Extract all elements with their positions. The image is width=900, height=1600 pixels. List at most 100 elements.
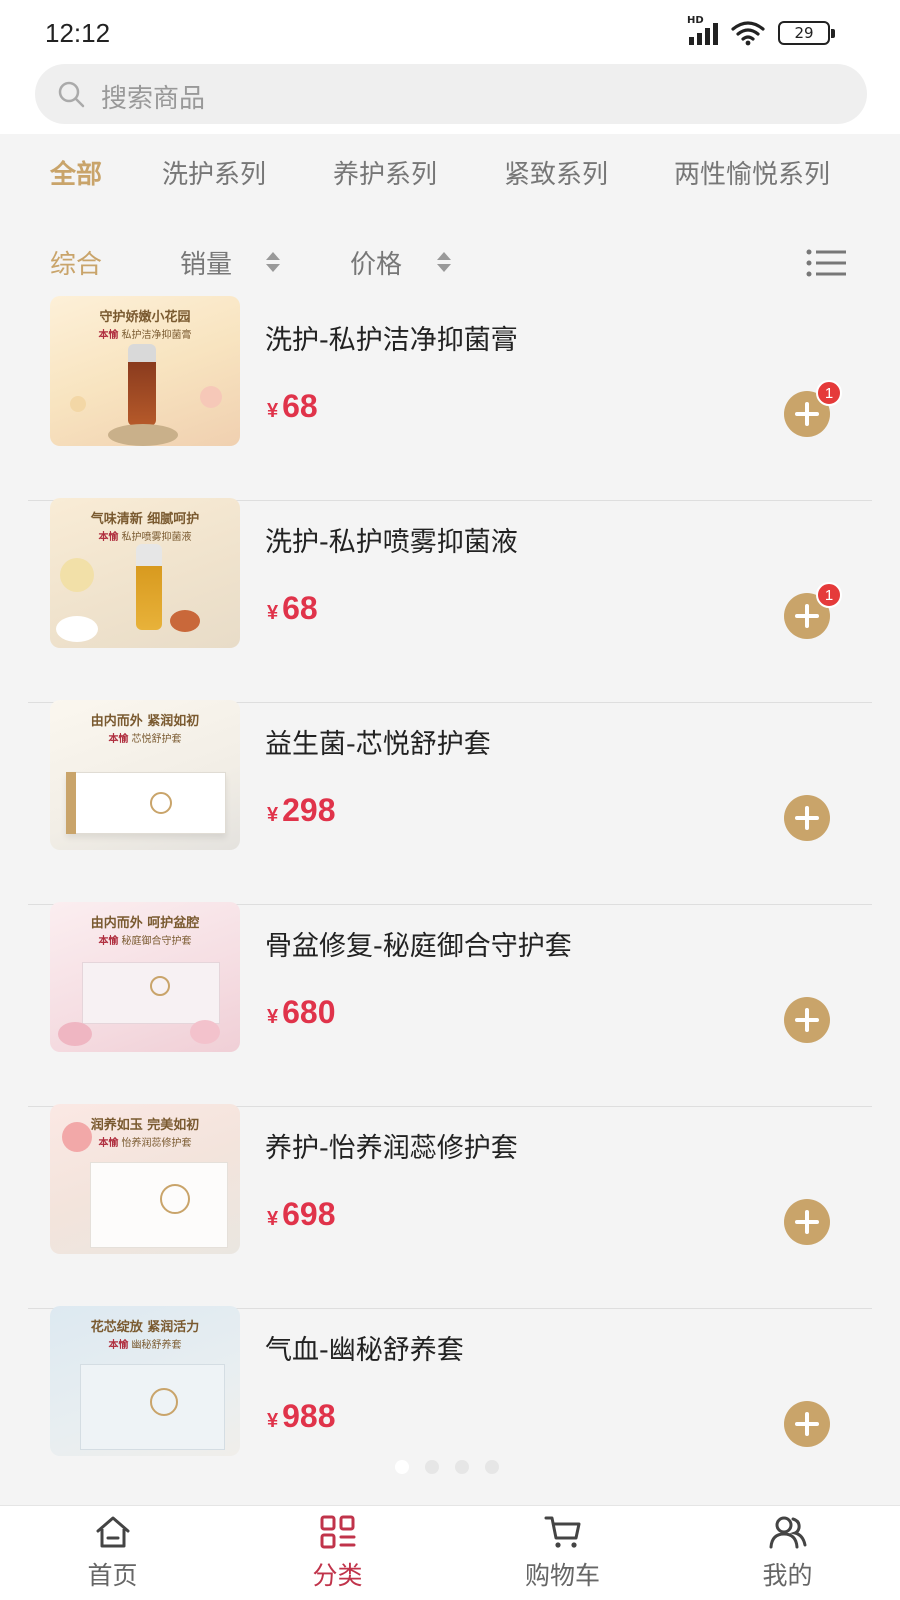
nav-item-profile[interactable]: 我的	[675, 1506, 900, 1600]
cart-count-badge: 1	[816, 582, 842, 608]
currency-symbol: ¥	[267, 602, 279, 624]
tab-care-series[interactable]: 养护系列	[333, 154, 437, 191]
brand-logo: 本愉	[108, 1340, 129, 1351]
page-indicator	[395, 1460, 499, 1474]
bottom-nav: 首页 分类 购物车 我的	[0, 1505, 900, 1600]
product-name[interactable]: 养护-怡养润蕊修护套	[265, 1126, 518, 1165]
price-value: 68	[282, 388, 318, 424]
product-item[interactable]: 气味清新 细腻呵护 本愉 私护喷雾抑菌液 洗护-私护喷雾抑菌液 ¥68 1	[0, 498, 900, 703]
cart-icon	[544, 1516, 580, 1548]
product-item[interactable]: 由内而外 紧润如初 本愉 芯悦舒护套 益生菌-芯悦舒护套 ¥298	[0, 700, 900, 905]
category-tabs: 全部 洗护系列 养护系列 紧致系列 两性愉悦系列	[0, 134, 900, 214]
add-to-cart-button[interactable]	[784, 997, 830, 1043]
price-value: 68	[282, 590, 318, 626]
product-image-line: 幽秘舒养套	[131, 1340, 182, 1351]
search-input[interactable]: 搜索商品	[35, 64, 867, 124]
sort-comprehensive[interactable]: 综合	[50, 244, 102, 281]
product-image[interactable]: 由内而外 紧润如初 本愉 芯悦舒护套	[50, 700, 240, 850]
search-placeholder: 搜索商品	[101, 84, 206, 114]
currency-symbol: ¥	[267, 1006, 279, 1028]
product-image[interactable]: 气味清新 细腻呵护 本愉 私护喷雾抑菌液	[50, 498, 240, 648]
tab-firming-series[interactable]: 紧致系列	[504, 154, 608, 191]
product-item[interactable]: 守护娇嫩小花园 本愉 私护洁净抑菌膏 洗护-私护洁净抑菌膏 ¥68 1	[0, 296, 900, 501]
product-price: ¥68	[267, 388, 318, 425]
search-area: 搜索商品	[0, 62, 900, 134]
cart-count-badge: 1	[816, 380, 842, 406]
sort-price-arrows-icon[interactable]	[435, 250, 453, 274]
sort-sales[interactable]: 销量	[180, 244, 232, 281]
product-image-line: 怡养润蕊修护套	[121, 1138, 192, 1149]
product-image-tagline: 气味清新 细腻呵护	[90, 512, 200, 527]
product-price: ¥680	[267, 994, 336, 1031]
brand-logo: 本愉	[108, 734, 129, 745]
product-image-brand: 本愉 秘庭御合守护套	[50, 932, 240, 947]
profile-icon	[769, 1516, 806, 1549]
product-image-line: 私护洁净抑菌膏	[121, 330, 192, 341]
nav-item-category[interactable]: 分类	[225, 1506, 450, 1600]
product-item[interactable]: 润养如玉 完美如初 本愉 怡养润蕊修护套 养护-怡养润蕊修护套 ¥698	[0, 1104, 900, 1309]
product-price: ¥698	[267, 1196, 336, 1233]
sort-sales-arrows-icon[interactable]	[264, 250, 282, 274]
product-image-brand: 本愉 幽秘舒养套	[50, 1336, 240, 1351]
product-price: ¥298	[267, 792, 336, 829]
product-name[interactable]: 骨盆修复-秘庭御合守护套	[265, 924, 572, 963]
product-image[interactable]: 由内而外 呵护盆腔 本愉 秘庭御合守护套	[50, 902, 240, 1052]
sort-price[interactable]: 价格	[350, 244, 402, 281]
wifi-icon	[731, 21, 765, 46]
product-name[interactable]: 洗护-私护喷雾抑菌液	[265, 520, 518, 559]
brand-logo: 本愉	[98, 936, 119, 947]
add-to-cart-button[interactable]	[784, 795, 830, 841]
product-image-tagline: 由内而外 呵护盆腔	[90, 916, 200, 931]
product-name[interactable]: 气血-幽秘舒养套	[265, 1328, 464, 1367]
status-icons: HD 29	[687, 15, 835, 46]
nav-label-cart: 购物车	[524, 1561, 600, 1590]
product-image-line: 私护喷雾抑菌液	[121, 532, 192, 543]
nav-label-home: 首页	[87, 1561, 138, 1590]
brand-logo: 本愉	[98, 1138, 119, 1149]
nav-item-home[interactable]: 首页	[0, 1506, 225, 1600]
home-icon	[96, 1516, 129, 1548]
status-time: 12:12	[45, 18, 111, 48]
price-value: 298	[282, 792, 336, 828]
status-bar: 12:12 HD 29	[0, 0, 900, 62]
add-to-cart-button[interactable]	[784, 1401, 830, 1447]
product-item[interactable]: 由内而外 呵护盆腔 本愉 秘庭御合守护套 骨盆修复-秘庭御合守护套 ¥680	[0, 902, 900, 1107]
nav-label-category: 分类	[312, 1561, 363, 1590]
product-image-brand: 本愉 私护喷雾抑菌液	[50, 528, 240, 543]
price-value: 698	[282, 1196, 336, 1232]
product-name[interactable]: 洗护-私护洁净抑菌膏	[265, 318, 518, 357]
price-value: 680	[282, 994, 336, 1030]
product-image-tagline: 花芯绽放 紧润活力	[90, 1320, 200, 1335]
product-image-tagline: 守护娇嫩小花园	[99, 310, 191, 325]
product-image-line: 芯悦舒护套	[131, 734, 182, 745]
product-image-brand: 本愉 芯悦舒护套	[50, 730, 240, 745]
sort-bar: 综合 销量 价格	[0, 234, 900, 294]
product-image-tagline: 由内而外 紧润如初	[90, 714, 200, 729]
currency-symbol: ¥	[267, 1208, 279, 1230]
tab-all[interactable]: 全部	[50, 154, 102, 191]
list-view-icon[interactable]	[806, 248, 848, 278]
product-image[interactable]: 润养如玉 完美如初 本愉 怡养润蕊修护套	[50, 1104, 240, 1254]
battery-icon: 29	[778, 21, 835, 45]
product-name[interactable]: 益生菌-芯悦舒护套	[265, 722, 491, 761]
nav-item-cart[interactable]: 购物车	[450, 1506, 675, 1600]
currency-symbol: ¥	[267, 1410, 279, 1432]
product-price: ¥68	[267, 590, 318, 627]
category-icon	[320, 1515, 355, 1549]
product-image[interactable]: 花芯绽放 紧润活力 本愉 幽秘舒养套	[50, 1306, 240, 1456]
brand-logo: 本愉	[98, 330, 119, 341]
product-image[interactable]: 守护娇嫩小花园 本愉 私护洁净抑菌膏	[50, 296, 240, 446]
search-icon	[58, 81, 85, 108]
product-item[interactable]: 花芯绽放 紧润活力 本愉 幽秘舒养套 气血-幽秘舒养套 ¥988	[0, 1306, 900, 1511]
add-to-cart-button[interactable]	[784, 1199, 830, 1245]
product-price: ¥988	[267, 1398, 336, 1435]
currency-symbol: ¥	[267, 400, 279, 422]
cellular-signal-icon: HD	[687, 15, 718, 45]
nav-label-profile: 我的	[762, 1561, 813, 1590]
price-value: 988	[282, 1398, 336, 1434]
tab-intimacy-series[interactable]: 两性愉悦系列	[674, 154, 830, 191]
brand-logo: 本愉	[98, 532, 119, 543]
product-image-brand: 本愉 私护洁净抑菌膏	[50, 326, 240, 341]
tab-cleansing-series[interactable]: 洗护系列	[162, 154, 266, 191]
product-image-line: 秘庭御合守护套	[121, 936, 192, 947]
